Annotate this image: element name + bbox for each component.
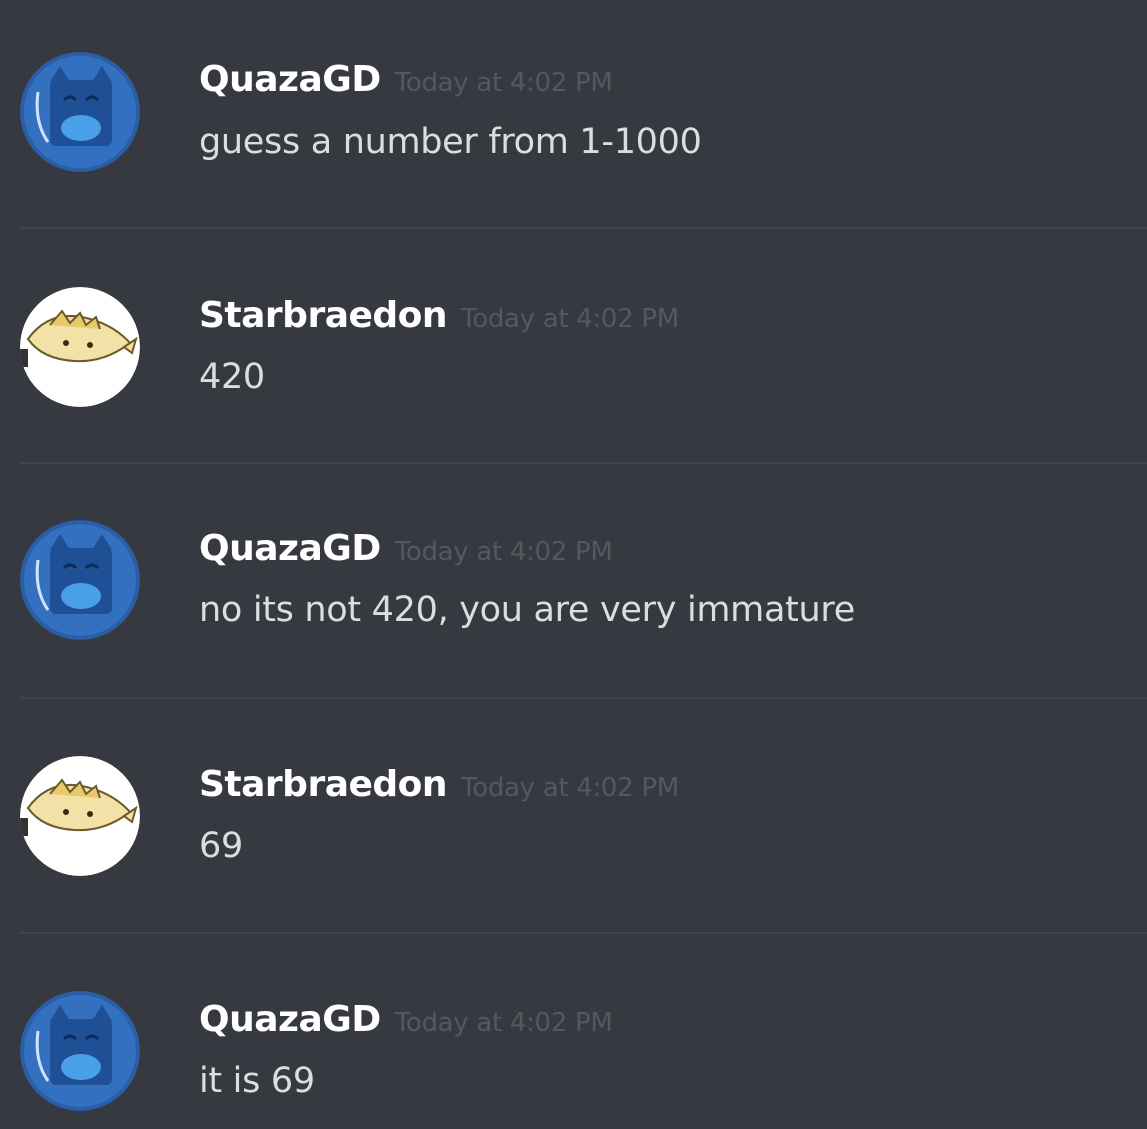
message-author[interactable]: QuazaGD Today at 4:02 PM <box>199 998 613 1045</box>
avatar-quazagd[interactable] <box>20 52 140 172</box>
message-divider <box>20 227 1147 229</box>
author-name[interactable]: QuazaGD <box>199 528 381 569</box>
avatar-starbraedon[interactable] <box>20 756 140 876</box>
message-author[interactable]: Starbraedon Today at 4:02 PM <box>199 763 679 810</box>
message-divider <box>20 462 1147 464</box>
message-timestamp: Today at 4:02 PM <box>394 1008 613 1038</box>
avatar-starbraedon[interactable] <box>20 287 140 407</box>
message-author[interactable]: Starbraedon Today at 4:02 PM <box>199 294 679 341</box>
message-content: 69 <box>199 826 243 866</box>
message-divider <box>20 932 1147 934</box>
message-timestamp: Today at 4:02 PM <box>461 304 679 334</box>
yellow-creature-icon <box>20 756 140 876</box>
author-name[interactable]: QuazaGD <box>199 999 381 1040</box>
avatar-quazagd[interactable] <box>20 520 140 640</box>
message-timestamp: Today at 4:02 PM <box>394 68 613 98</box>
blue-cat-icon <box>20 991 140 1111</box>
message-content: guess a number from 1-1000 <box>199 122 702 162</box>
message-content: it is 69 <box>199 1061 315 1101</box>
message-divider <box>20 697 1147 699</box>
message-timestamp: Today at 4:02 PM <box>461 773 679 803</box>
author-name[interactable]: Starbraedon <box>199 764 448 805</box>
author-name[interactable]: QuazaGD <box>199 59 381 100</box>
chat-message-list: QuazaGD Today at 4:02 PM guess a number f… <box>0 0 1147 1129</box>
message-timestamp: Today at 4:02 PM <box>394 537 613 567</box>
message-author[interactable]: QuazaGD Today at 4:02 PM <box>199 527 613 574</box>
message-content: 420 <box>199 357 265 397</box>
message-author[interactable]: QuazaGD Today at 4:02 PM <box>199 58 613 105</box>
author-name[interactable]: Starbraedon <box>199 295 448 336</box>
blue-cat-icon <box>20 52 140 172</box>
yellow-creature-icon <box>20 287 140 407</box>
message-content: no its not 420, you are very immature <box>199 590 855 630</box>
blue-cat-icon <box>20 520 140 640</box>
avatar-quazagd[interactable] <box>20 991 140 1111</box>
